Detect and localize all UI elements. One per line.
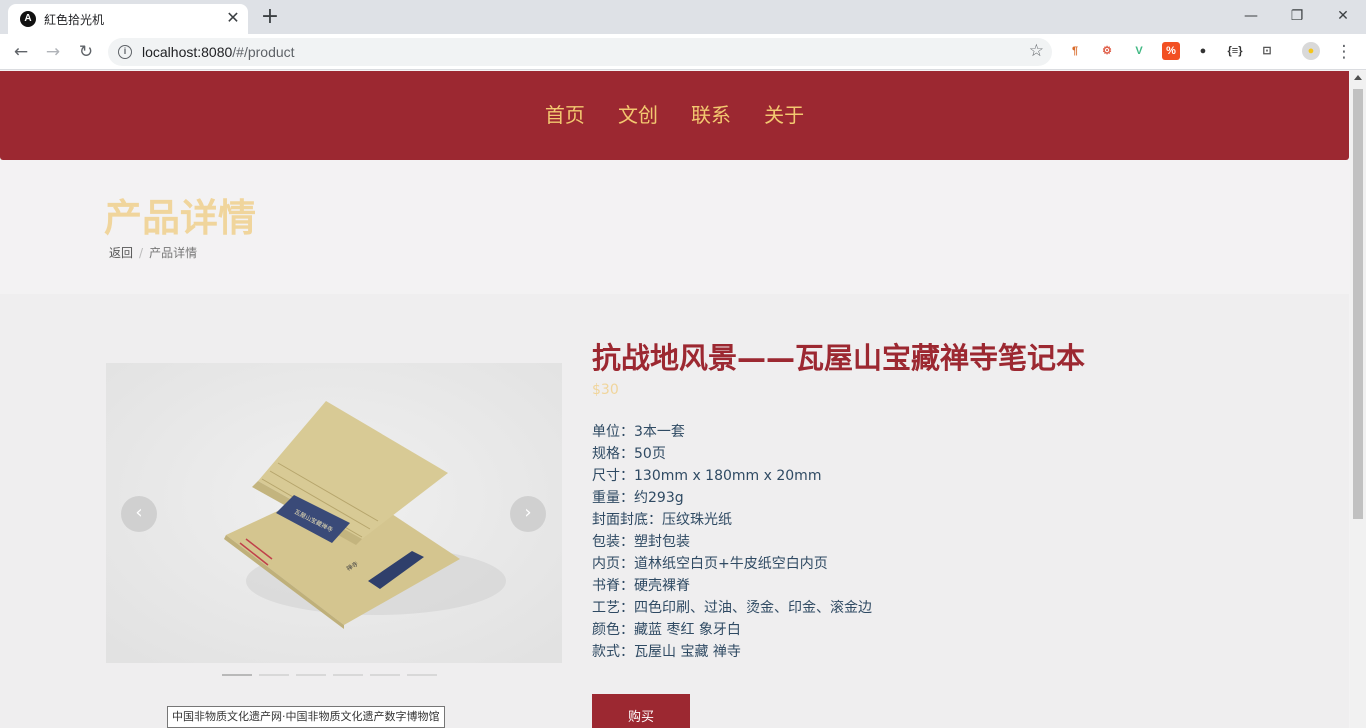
profile-avatar-icon[interactable]: ● xyxy=(1302,42,1320,60)
site-header: 首页 文创 联系 关于 xyxy=(0,71,1349,160)
carousel-indicator[interactable] xyxy=(370,674,400,676)
page-viewport: 首页 文创 联系 关于 产品详情 返回 / 产品详情 瓦屋山宝藏禅寺 禅寺 ‹ … xyxy=(0,71,1350,728)
nav-item-home[interactable]: 首页 xyxy=(545,99,585,128)
pilcrow-extension-icon[interactable]: ¶ xyxy=(1066,42,1084,60)
tooltip: 中国非物质文化遗产网·中国非物质文化遗产数字博物馆 xyxy=(167,706,445,728)
bookmark-star-icon[interactable]: ☆ xyxy=(1029,41,1044,61)
url-path: /#/product xyxy=(232,44,295,60)
json-extension-icon[interactable]: {≡} xyxy=(1226,42,1244,60)
page-scrollbar[interactable] xyxy=(1350,71,1366,728)
carousel-indicator[interactable] xyxy=(333,674,363,676)
carousel-prev-button[interactable]: ‹ xyxy=(121,496,157,532)
terminal-extension-icon[interactable]: ⊡ xyxy=(1258,42,1276,60)
url-host: localhost:8080 xyxy=(142,44,233,60)
breadcrumb: 返回 / 产品详情 xyxy=(109,244,197,261)
carousel-indicator[interactable] xyxy=(296,674,326,676)
carousel-indicator[interactable] xyxy=(407,674,437,676)
forward-arrow-icon[interactable]: → xyxy=(41,40,65,64)
vue-devtools-icon[interactable]: V xyxy=(1130,42,1148,60)
nav-item-cultural-products[interactable]: 文创 xyxy=(618,99,658,128)
site-info-icon[interactable]: i xyxy=(118,45,132,59)
buy-button[interactable]: 购买 xyxy=(592,694,690,728)
product-name: 抗战地风景——瓦屋山宝藏禅寺笔记本 xyxy=(592,341,1086,375)
product-specs: 单位：3本一套 规格：50页尺寸：130mm x 180mm x 20mm 重量：约… xyxy=(592,421,872,663)
address-bar[interactable]: i localhost:8080/#/product ☆ xyxy=(108,38,1052,66)
carousel-indicator[interactable] xyxy=(259,674,289,676)
reload-icon[interactable]: ↻ xyxy=(74,40,98,64)
circle-extension-icon[interactable]: ● xyxy=(1194,42,1212,60)
close-window-icon[interactable]: ✕ xyxy=(1320,4,1366,28)
product-price: $30 xyxy=(592,382,619,398)
spec-line: 尺寸：130mm x 180mm x 20mm xyxy=(592,468,822,484)
menu-kebab-icon[interactable]: ⋮ xyxy=(1332,40,1356,64)
carousel-indicator[interactable] xyxy=(222,674,252,676)
tab-favicon-icon: A xyxy=(20,11,36,27)
scroll-up-arrow-icon[interactable] xyxy=(1354,75,1362,80)
notebook-product-image: 瓦屋山宝藏禅寺 禅寺 xyxy=(106,363,562,663)
carousel-next-button[interactable]: › xyxy=(510,496,546,532)
spec-line: 颜色：藏蓝 枣红 象牙白 xyxy=(592,622,741,638)
spec-line: 封面封底：压纹珠光纸 xyxy=(592,512,732,528)
graph-extension-icon[interactable]: ⚙ xyxy=(1098,42,1116,60)
new-tab-icon[interactable]: + xyxy=(258,6,282,30)
spec-line: 工艺：四色印刷、过油、烫金、印金、滚金边 xyxy=(592,600,872,616)
browser-tab-bar: A 紅色拾光机 ✕ + — ❐ ✕ xyxy=(0,0,1366,34)
nav-item-about[interactable]: 关于 xyxy=(764,99,804,128)
page-title: 产品详情 xyxy=(104,196,257,240)
spec-line: 单位：3本一套 xyxy=(592,424,685,440)
spec-line: 包装：塑封包装 xyxy=(592,534,690,550)
browser-tab[interactable]: A 紅色拾光机 ✕ xyxy=(8,4,248,34)
carousel-indicators xyxy=(222,674,444,693)
tab-title: 紅色拾光机 xyxy=(44,13,105,27)
close-tab-icon[interactable]: ✕ xyxy=(224,9,242,27)
nav-item-contact[interactable]: 联系 xyxy=(691,99,731,128)
spec-line: 书脊：硬壳裸脊 xyxy=(592,578,690,594)
spec-line: 重量：约293g xyxy=(592,490,684,506)
percent-extension-icon[interactable]: % xyxy=(1162,42,1180,60)
breadcrumb-back-link[interactable]: 返回 xyxy=(109,246,133,260)
breadcrumb-separator: / xyxy=(139,246,144,260)
spec-line: 款式：瓦屋山 宝藏 禅寺 xyxy=(592,644,741,660)
product-image-carousel[interactable]: 瓦屋山宝藏禅寺 禅寺 ‹ › xyxy=(106,363,562,663)
spec-line: 规格：50页 xyxy=(592,446,666,462)
minimize-icon[interactable]: — xyxy=(1228,4,1274,28)
scrollbar-thumb[interactable] xyxy=(1353,89,1363,519)
main-nav: 首页 文创 联系 关于 xyxy=(0,99,1349,128)
url-text[interactable]: localhost:8080/#/product xyxy=(142,44,295,60)
browser-toolbar: ← → ↻ i localhost:8080/#/product ☆ ¶ ⚙ V% ●… xyxy=(0,34,1366,70)
back-arrow-icon[interactable]: ← xyxy=(9,40,33,64)
restore-icon[interactable]: ❐ xyxy=(1274,4,1320,28)
breadcrumb-current: 产品详情 xyxy=(149,246,198,260)
spec-line: 内页：道林纸空白页+牛皮纸空白内页 xyxy=(592,556,828,572)
